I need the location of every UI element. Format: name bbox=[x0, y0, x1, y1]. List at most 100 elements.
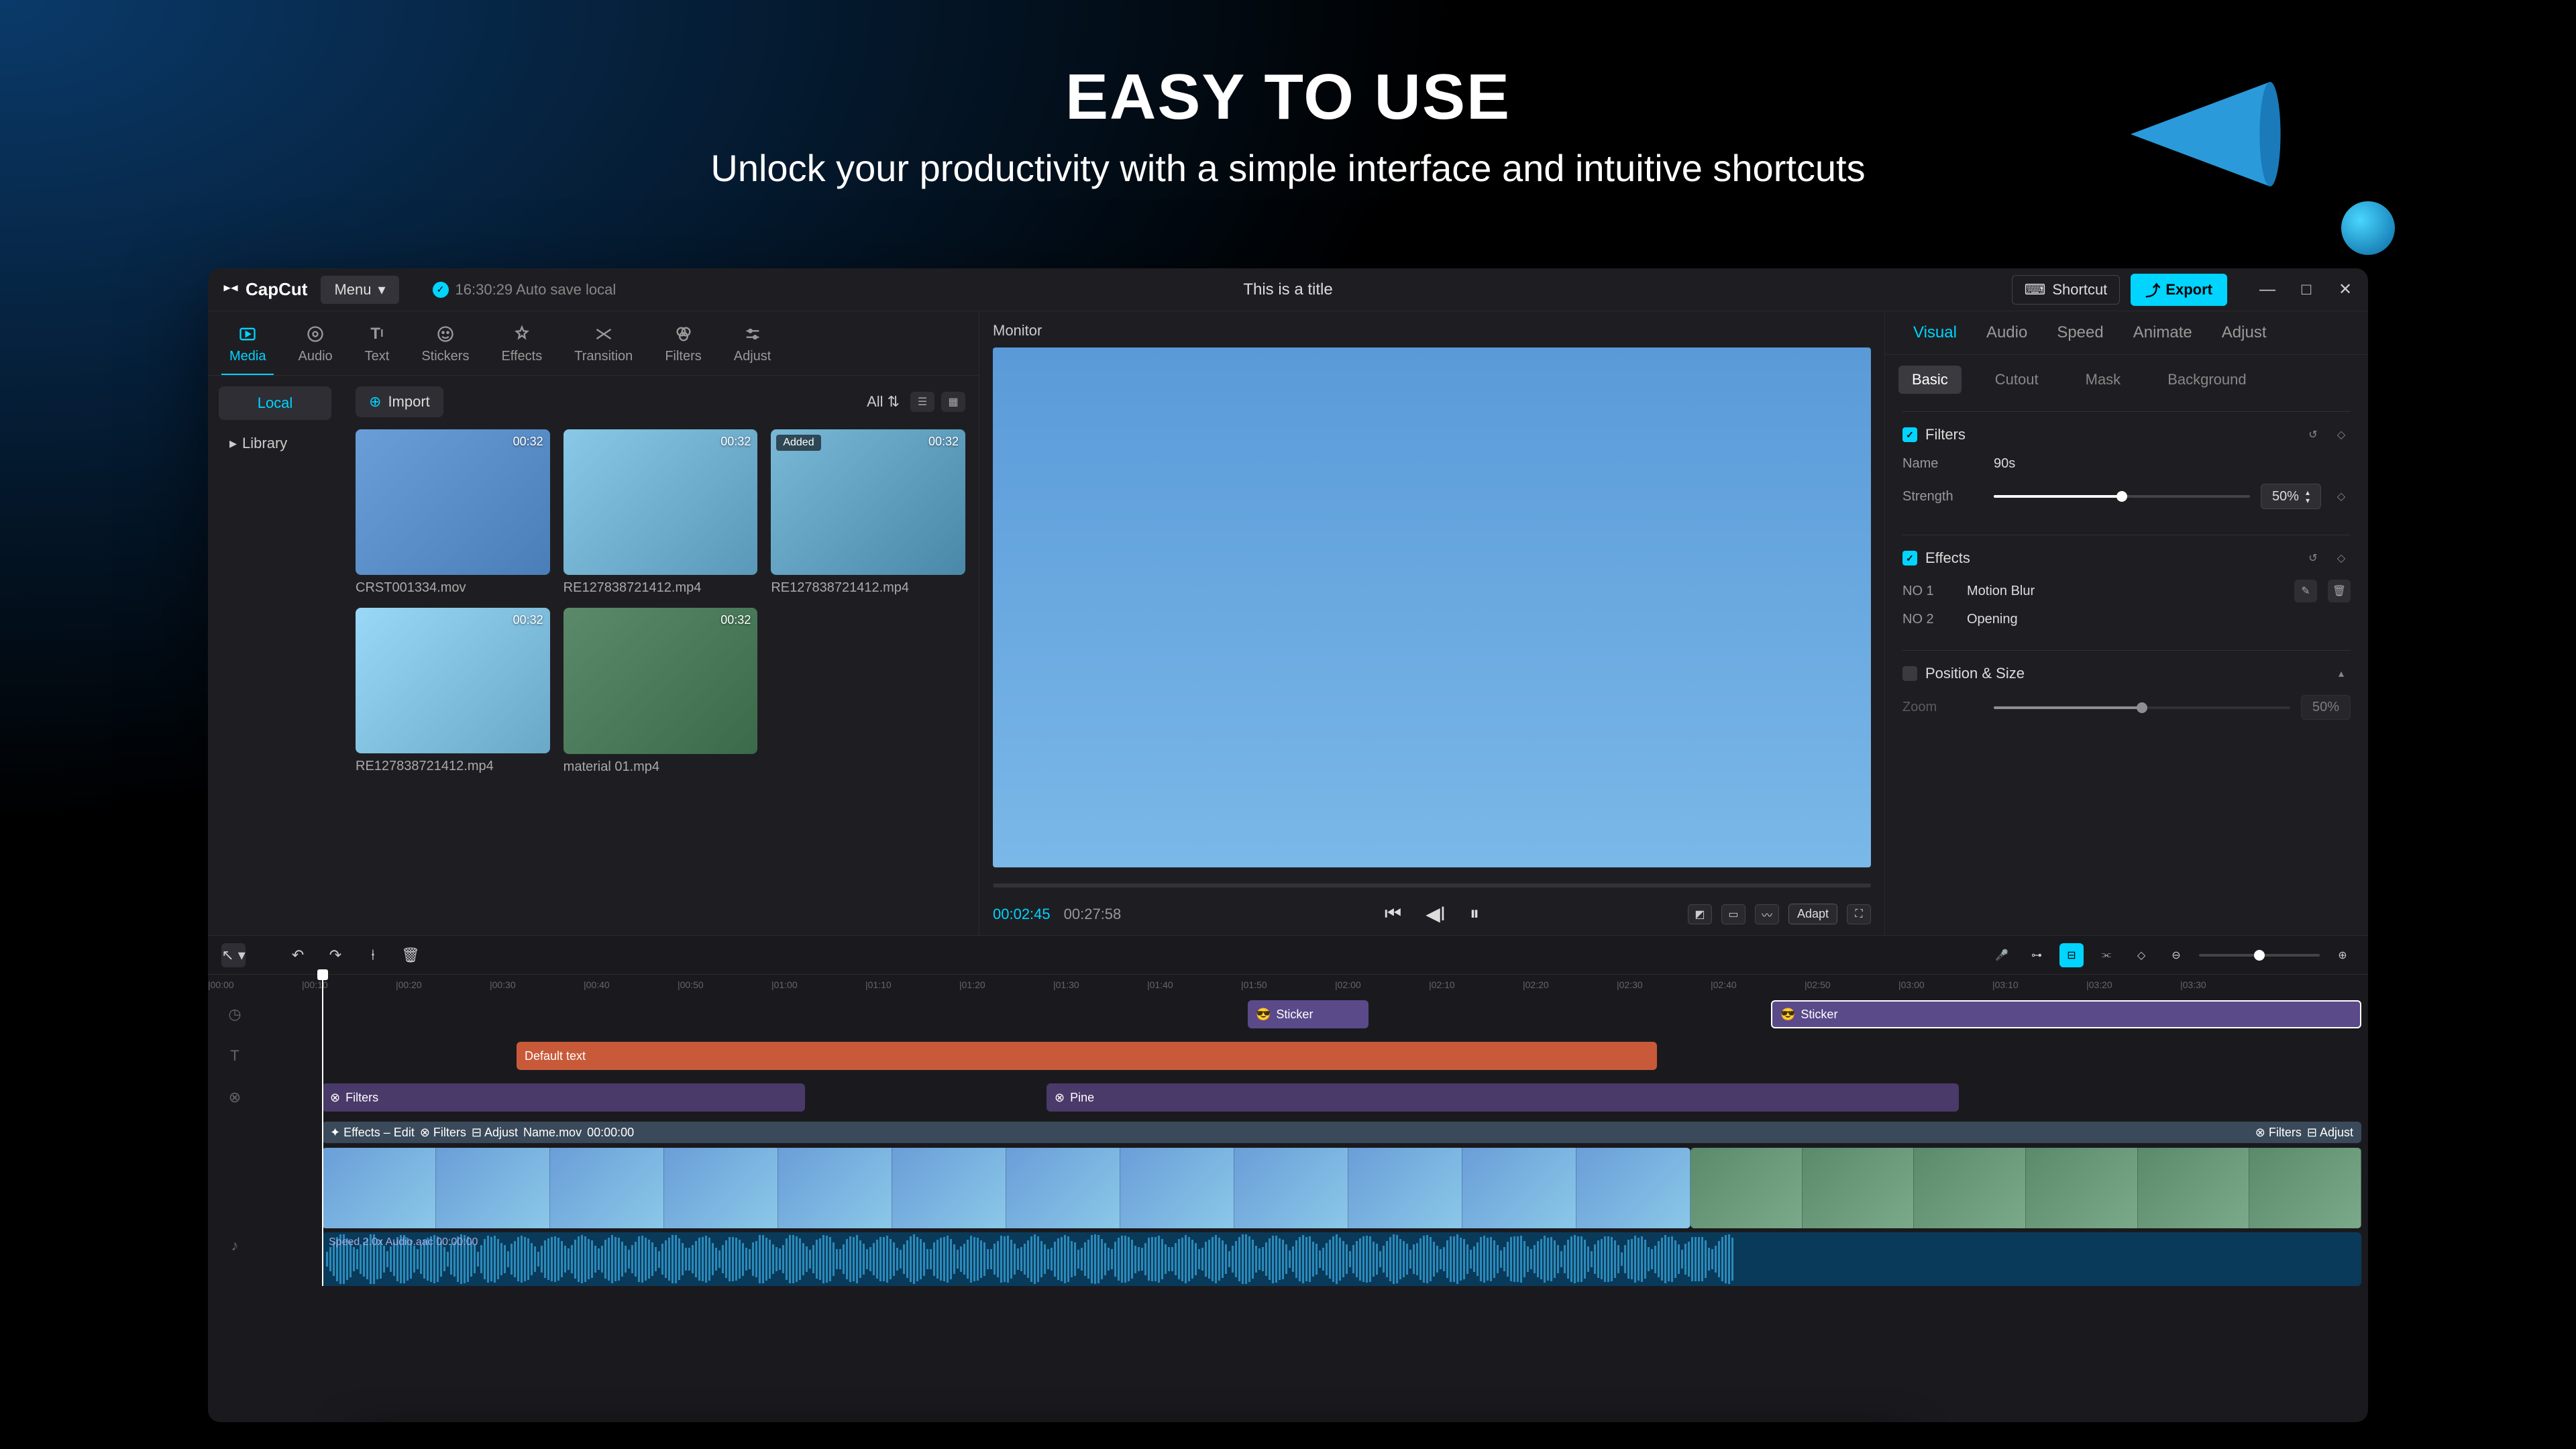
timeline-ruler[interactable]: |00:00|00:10|00:20|00:30|00:40|00:50|01:… bbox=[208, 975, 2368, 995]
zoom-value[interactable]: 50% bbox=[2301, 695, 2351, 720]
subtab-background[interactable]: Background bbox=[2154, 366, 2259, 394]
effects-checkbox[interactable]: ✓ bbox=[1902, 551, 1917, 566]
video-track[interactable] bbox=[322, 1148, 2368, 1228]
ratio-button[interactable]: ▭ bbox=[1721, 904, 1746, 924]
insp-tab-audio[interactable]: Audio bbox=[1972, 311, 2042, 354]
scope-button[interactable]: 〰 bbox=[1755, 904, 1779, 924]
chevron-right-icon: ▸ bbox=[229, 435, 237, 452]
filters-icon: ⊗ bbox=[221, 1084, 248, 1111]
strength-value[interactable]: 50%▴▾ bbox=[2261, 484, 2321, 509]
media-item[interactable]: 00:32RE127838721412.mp4 bbox=[356, 608, 550, 774]
mic-button[interactable]: 🎤 bbox=[1990, 943, 2014, 967]
import-button[interactable]: ⊕ Import bbox=[356, 386, 443, 417]
text-track[interactable]: T Default text bbox=[322, 1036, 2368, 1075]
subtab-cutout[interactable]: Cutout bbox=[1982, 366, 2052, 394]
window-close-button[interactable]: ✕ bbox=[2336, 280, 2355, 299]
monitor-preview[interactable] bbox=[993, 347, 1871, 867]
media-icon bbox=[237, 323, 258, 345]
delete-button[interactable]: 🗑 bbox=[398, 943, 423, 967]
subtab-basic[interactable]: Basic bbox=[1898, 366, 1962, 394]
audio-icon: ♪ bbox=[221, 1232, 248, 1259]
link-button[interactable]: ⊶ bbox=[2025, 943, 2049, 967]
zoom-slider[interactable] bbox=[1994, 706, 2290, 709]
plus-circle-icon: ⊕ bbox=[369, 393, 381, 411]
hero-title: EASY TO USE bbox=[0, 60, 2576, 134]
stepper-icon[interactable]: ▴▾ bbox=[2306, 488, 2310, 504]
keyframe-icon[interactable]: ◇ bbox=[2332, 487, 2351, 506]
snap-button[interactable]: ⊟ bbox=[2059, 943, 2084, 967]
sticker-clip[interactable]: 😎 Sticker bbox=[1248, 1000, 1368, 1028]
reset-icon[interactable]: ↺ bbox=[2304, 549, 2322, 568]
monitor-scrubber[interactable] bbox=[993, 875, 1871, 896]
sidebar-local[interactable]: Local bbox=[219, 386, 331, 420]
filters-checkbox[interactable]: ✓ bbox=[1902, 427, 1917, 442]
prev-button[interactable]: ⏮ bbox=[1385, 903, 1401, 925]
subtab-mask[interactable]: Mask bbox=[2072, 366, 2135, 394]
media-item[interactable]: Added00:32RE127838721412.mp4 bbox=[771, 429, 965, 596]
insp-tab-visual[interactable]: Visual bbox=[1898, 311, 1972, 354]
export-button[interactable]: ⤴ Export bbox=[2131, 274, 2227, 306]
pause-button[interactable]: ⏸ bbox=[1470, 903, 1479, 925]
window-minimize-button[interactable]: — bbox=[2258, 280, 2277, 299]
filter-all-dropdown[interactable]: All ⇅ bbox=[867, 393, 900, 411]
video-clip[interactable] bbox=[322, 1148, 1690, 1228]
media-content: ⊕ Import All ⇅ ☰ ▦ 00:32CRST001334.mo bbox=[342, 376, 979, 935]
sidebar-library[interactable]: ▸Library bbox=[219, 427, 331, 460]
audio-clip[interactable]: Speed 2.0x Audio.aac 00:00:00 bbox=[322, 1232, 2361, 1286]
tab-adjust[interactable]: Adjust bbox=[726, 318, 780, 375]
timeline-zoom-slider[interactable] bbox=[2199, 954, 2320, 957]
tab-transition[interactable]: Transition bbox=[566, 318, 641, 375]
media-item[interactable]: 00:32material 01.mp4 bbox=[564, 608, 758, 774]
video-header-strip[interactable]: ✦ Effects – Edit ⊗ Filters ⊟ Adjust Name… bbox=[322, 1122, 2361, 1143]
timeline-toolbar: ↖ ▾ ↶ ↷ ⍿ 🗑 🎤 ⊶ ⊟ ⫘ ◇ ⊖ ⊕ bbox=[208, 936, 2368, 975]
edit-effect-button[interactable]: ✎ bbox=[2294, 580, 2317, 602]
tab-stickers[interactable]: Stickers bbox=[413, 318, 477, 375]
zoom-in-button[interactable]: ⊕ bbox=[2330, 943, 2355, 967]
insp-tab-speed[interactable]: Speed bbox=[2042, 311, 2118, 354]
marker-button[interactable]: ◇ bbox=[2129, 943, 2153, 967]
delete-effect-button[interactable]: 🗑 bbox=[2328, 580, 2351, 602]
redo-button[interactable]: ↷ bbox=[323, 943, 347, 967]
reset-icon[interactable]: ↺ bbox=[2304, 425, 2322, 444]
undo-button[interactable]: ↶ bbox=[286, 943, 310, 967]
shortcut-button[interactable]: ⌨ Shortcut bbox=[2012, 275, 2121, 305]
step-back-button[interactable]: ◀Ⅰ bbox=[1426, 903, 1446, 925]
fullscreen-button[interactable]: ⛶ bbox=[1847, 904, 1871, 924]
split-button[interactable]: ⍿ bbox=[361, 943, 385, 967]
tab-audio[interactable]: Audio bbox=[290, 318, 340, 375]
playhead[interactable] bbox=[322, 975, 323, 1286]
view-list-button[interactable]: ☰ bbox=[910, 392, 934, 412]
media-item[interactable]: 00:32RE127838721412.mp4 bbox=[564, 429, 758, 596]
sticker-track[interactable]: ◷ 😎 Sticker 😎 Sticker bbox=[322, 995, 2368, 1034]
selection-tool[interactable]: ↖ ▾ bbox=[221, 943, 246, 967]
zoom-out-button[interactable]: ⊖ bbox=[2164, 943, 2188, 967]
filter-clip[interactable]: ⊗ Filters bbox=[322, 1083, 805, 1112]
window-maximize-button[interactable]: □ bbox=[2297, 280, 2316, 299]
position-checkbox[interactable]: ✓ bbox=[1902, 666, 1917, 681]
tab-filters[interactable]: Filters bbox=[657, 318, 709, 375]
media-item[interactable]: 00:32CRST001334.mov bbox=[356, 429, 550, 596]
keyframe-icon[interactable]: ◇ bbox=[2332, 549, 2351, 568]
insp-tab-animate[interactable]: Animate bbox=[2118, 311, 2207, 354]
tab-text[interactable]: TIText bbox=[357, 318, 398, 375]
audio-track[interactable]: ♪ Speed 2.0x Audio.aac 00:00:00 bbox=[322, 1232, 2368, 1286]
filter-track[interactable]: ⊗ ⊗ Filters ⊗ Pine bbox=[322, 1078, 2368, 1117]
insp-tab-adjust[interactable]: Adjust bbox=[2207, 311, 2282, 354]
collapse-icon[interactable]: ▴ bbox=[2332, 664, 2351, 683]
tab-effects[interactable]: Effects bbox=[493, 318, 550, 375]
adapt-button[interactable]: Adapt bbox=[1788, 904, 1837, 924]
keyframe-icon[interactable]: ◇ bbox=[2332, 425, 2351, 444]
magnet-button[interactable]: ⫘ bbox=[2094, 943, 2118, 967]
inspector-tabs: Visual Audio Speed Animate Adjust bbox=[1885, 311, 2368, 355]
filter-clip[interactable]: ⊗ Pine bbox=[1046, 1083, 1959, 1112]
sticker-clip-selected[interactable]: 😎 Sticker bbox=[1771, 1000, 2361, 1028]
menu-button[interactable]: Menu ▾ bbox=[321, 276, 398, 304]
video-clip[interactable] bbox=[1690, 1148, 2361, 1228]
text-clip[interactable]: Default text bbox=[517, 1042, 1657, 1070]
video-header-track[interactable]: ✦ Effects – Edit ⊗ Filters ⊟ Adjust Name… bbox=[322, 1120, 2368, 1145]
project-title[interactable]: This is a title bbox=[1243, 280, 1332, 299]
tab-media[interactable]: Media bbox=[221, 318, 274, 375]
strength-slider[interactable] bbox=[1994, 495, 2250, 498]
view-grid-button[interactable]: ▦ bbox=[941, 392, 965, 412]
crop-button[interactable]: ◩ bbox=[1688, 904, 1712, 924]
